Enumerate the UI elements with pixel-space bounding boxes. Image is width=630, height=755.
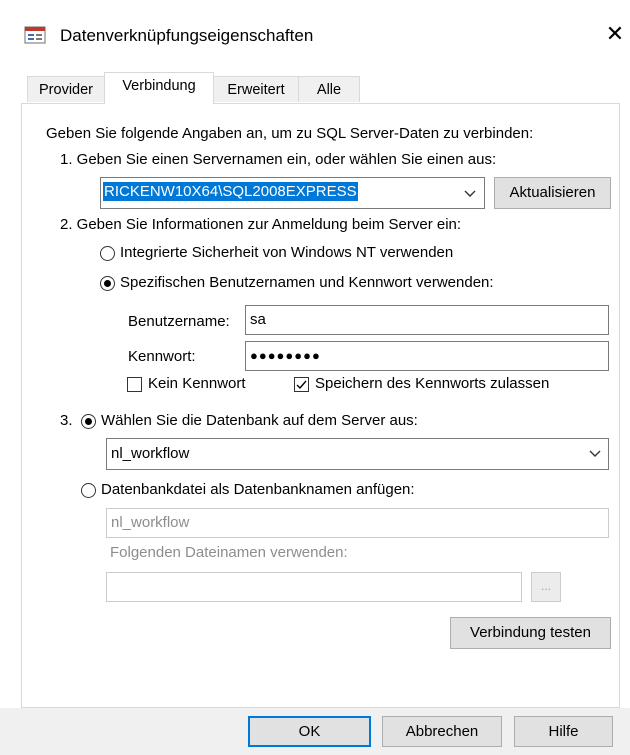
select-database-label: Wählen Sie die Datenbank auf dem Server … (101, 412, 418, 429)
database-select[interactable]: nl_workflow (106, 438, 609, 470)
checkmark-icon (296, 380, 307, 390)
password-label: Kennwort: (128, 348, 196, 365)
window-title: Datenverknüpfungseigenschaften (60, 26, 314, 45)
tab-provider[interactable]: Provider (27, 76, 105, 102)
step2-label: 2. Geben Sie Informationen zur Anmeldung… (60, 216, 462, 233)
chevron-down-icon[interactable] (460, 184, 480, 204)
password-input[interactable]: ●●●●●●●● (245, 341, 609, 371)
browse-button[interactable]: ... (531, 572, 561, 602)
tab-alle[interactable]: Alle (298, 76, 360, 102)
tab-verbindung[interactable]: Verbindung (104, 72, 214, 104)
server-name-combobox[interactable]: RICKENW10X64\SQL2008EXPRESS (100, 177, 485, 209)
server-name-value: RICKENW10X64\SQL2008EXPRESS (103, 182, 358, 201)
no-password-label: Kein Kennwort (148, 375, 246, 392)
specific-credentials-radio[interactable] (100, 276, 115, 291)
username-input[interactable]: sa (245, 305, 609, 335)
integrated-security-label: Integrierte Sicherheit von Windows NT ve… (120, 244, 454, 261)
attach-database-input[interactable]: nl_workflow (106, 508, 609, 538)
help-button[interactable]: Hilfe (514, 716, 613, 747)
refresh-button[interactable]: Aktualisieren (494, 177, 611, 209)
filename-label: Folgenden Dateinamen verwenden: (110, 544, 348, 561)
no-password-checkbox[interactable] (127, 377, 142, 392)
chevron-down-icon[interactable] (585, 444, 605, 464)
intro-text: Geben Sie folgende Angaben an, um zu SQL… (46, 125, 534, 142)
step1-label: 1. Geben Sie einen Servernamen ein, oder… (60, 151, 497, 168)
test-connection-button[interactable]: Verbindung testen (450, 617, 611, 649)
specific-credentials-label: Spezifischen Benutzernamen und Kennwort … (120, 274, 494, 291)
data-link-icon (24, 26, 46, 44)
filename-input[interactable] (106, 572, 522, 602)
integrated-security-radio[interactable] (100, 246, 115, 261)
attach-database-radio[interactable] (81, 483, 96, 498)
close-icon[interactable]: ✕ (603, 22, 627, 46)
cancel-button[interactable]: Abbrechen (382, 716, 502, 747)
attach-database-label: Datenbankdatei als Datenbanknamen anfüge… (101, 481, 415, 498)
step3-number: 3. (60, 412, 73, 429)
save-password-label: Speichern des Kennworts zulassen (315, 375, 550, 392)
select-database-radio[interactable] (81, 414, 96, 429)
username-label: Benutzername: (128, 313, 230, 330)
ok-button[interactable]: OK (248, 716, 371, 747)
tab-erweitert[interactable]: Erweitert (213, 76, 299, 102)
save-password-checkbox[interactable] (294, 377, 309, 392)
